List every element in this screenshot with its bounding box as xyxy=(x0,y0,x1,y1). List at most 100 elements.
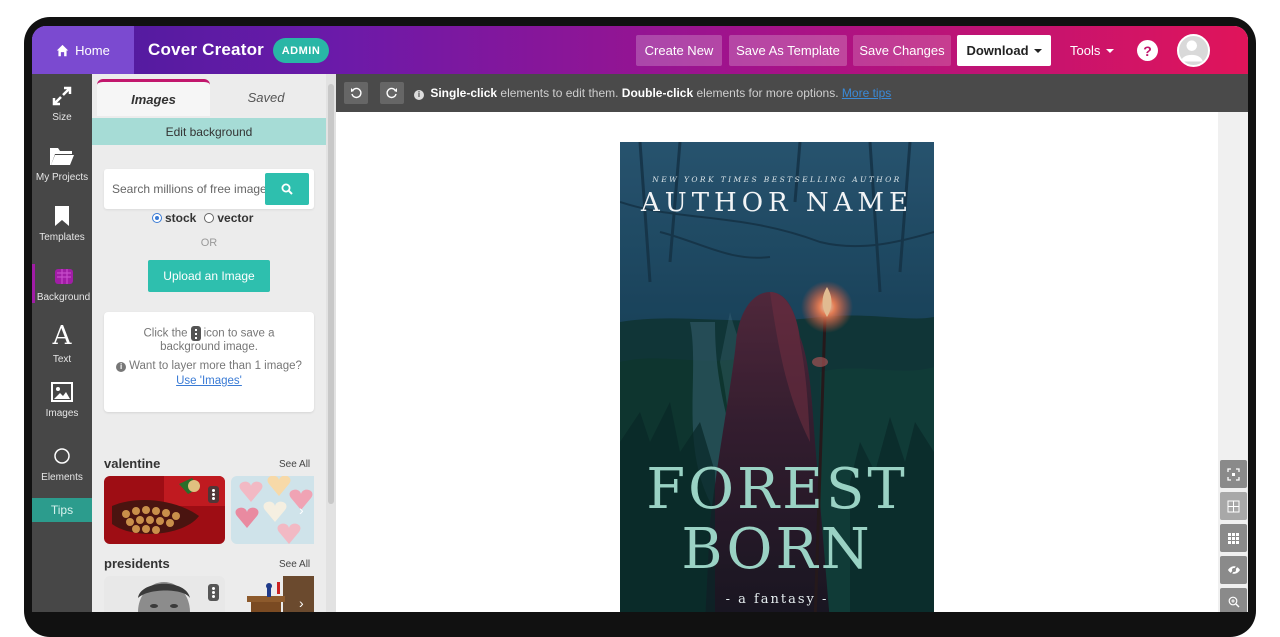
cover-subtitle[interactable]: - a fantasy - xyxy=(620,592,934,607)
upload-image-button[interactable]: Upload an Image xyxy=(148,260,270,292)
rail-item-size[interactable]: Size xyxy=(32,84,92,123)
eye-slash-icon xyxy=(1227,564,1240,576)
save-as-template-button[interactable]: Save As Template xyxy=(729,35,847,66)
thumbnail-president-portrait[interactable] xyxy=(104,576,225,612)
radio-label: stock xyxy=(165,211,197,225)
chevron-right-icon[interactable]: › xyxy=(299,503,309,517)
rail-item-elements[interactable]: Elements xyxy=(32,444,92,483)
more-tips-link[interactable]: More tips xyxy=(842,86,891,100)
grid-guides-button[interactable] xyxy=(1220,492,1247,520)
thumbnail-cookies[interactable]: › xyxy=(231,476,314,544)
cover-author[interactable]: AUTHOR NAME xyxy=(620,188,934,218)
download-button[interactable]: Download xyxy=(957,35,1051,66)
avatar[interactable] xyxy=(1177,34,1210,67)
portrait-image xyxy=(104,576,225,612)
cover-title-line2[interactable]: BORN xyxy=(620,520,934,580)
chocolate-box-image xyxy=(104,476,225,544)
tab-images[interactable]: Images xyxy=(97,79,210,116)
redo-icon xyxy=(386,87,397,99)
scrollbar-thumb[interactable] xyxy=(328,84,334,504)
hint-text: elements to edit them. xyxy=(500,86,619,100)
rail-label: My Projects xyxy=(35,172,89,183)
rail-label: Background xyxy=(36,292,91,303)
see-all-valentine-link[interactable]: See All xyxy=(279,459,310,470)
hint-text: elements for more options. xyxy=(696,86,839,100)
info-icon: i xyxy=(116,362,127,372)
expand-icon xyxy=(52,86,72,106)
redo-button[interactable] xyxy=(380,82,404,104)
rail-item-images[interactable]: Images xyxy=(32,380,92,419)
zoom-button[interactable] xyxy=(1220,588,1247,612)
image-icon xyxy=(51,382,73,402)
rail-label: Size xyxy=(52,112,72,123)
info-text: Want to layer more than 1 image? xyxy=(129,360,302,372)
cover-title-line1[interactable]: FOREST xyxy=(620,460,934,520)
tools-menu[interactable]: Tools xyxy=(1070,35,1115,66)
rail-item-text[interactable]: A Text xyxy=(32,322,92,365)
home-button[interactable]: Home xyxy=(32,26,134,74)
circle-icon xyxy=(54,448,70,464)
more-vertical-icon[interactable] xyxy=(208,486,219,503)
background-icon xyxy=(54,269,73,284)
left-rail: Size My Projects Templates Background A … xyxy=(32,74,92,612)
rail-label: Images xyxy=(45,408,79,419)
book-cover[interactable]: NEW YORK TIMES BESTSELLING AUTHOR AUTHOR… xyxy=(620,142,934,612)
thumbnail-chocolates[interactable] xyxy=(104,476,225,544)
hint-bold: Double-click xyxy=(621,86,694,100)
user-icon xyxy=(1180,40,1203,62)
radio-vector[interactable]: vector xyxy=(204,211,253,225)
radio-label: vector xyxy=(217,211,254,225)
use-images-link[interactable]: Use 'Images' xyxy=(176,375,242,388)
admin-badge: ADMIN xyxy=(273,38,329,63)
hint-bold: Single-click xyxy=(430,86,498,100)
rail-label: Text xyxy=(52,354,72,365)
create-new-button[interactable]: Create New xyxy=(636,35,722,66)
fit-screen-icon xyxy=(1227,467,1240,481)
more-vertical-icon xyxy=(190,326,201,341)
edit-background-button[interactable]: Edit background xyxy=(92,118,326,145)
tools-label: Tools xyxy=(1070,43,1101,58)
category-title-valentine: valentine xyxy=(104,456,161,471)
panel-scrollbar[interactable] xyxy=(326,74,336,612)
search-button[interactable] xyxy=(265,173,309,205)
search-box xyxy=(104,169,314,209)
download-label: Download xyxy=(966,43,1029,58)
grid-icon xyxy=(1228,532,1239,544)
save-hint-box: Click the icon to save a background image… xyxy=(104,312,314,412)
hide-button[interactable] xyxy=(1220,556,1247,584)
cover-tagline[interactable]: NEW YORK TIMES BESTSELLING AUTHOR xyxy=(620,175,934,184)
rail-item-background[interactable]: Background xyxy=(32,264,92,303)
info-icon: i xyxy=(414,90,424,100)
rail-item-templates[interactable]: Templates xyxy=(32,204,92,243)
image-type-radios: stock vector xyxy=(152,211,253,225)
search-icon xyxy=(281,183,293,195)
info-text: Click the xyxy=(143,327,188,340)
chevron-right-icon[interactable]: › xyxy=(299,596,309,610)
tab-saved[interactable]: Saved xyxy=(216,79,316,116)
chevron-down-icon xyxy=(1106,48,1115,53)
see-all-presidents-link[interactable]: See All xyxy=(279,559,310,570)
rail-label: Templates xyxy=(39,232,85,243)
fit-screen-button[interactable] xyxy=(1220,460,1247,488)
side-panel: Images Saved Edit background stock vecto… xyxy=(92,74,326,612)
rail-label: Elements xyxy=(41,472,83,483)
editing-hint: i Single-click elements to edit them. Do… xyxy=(414,86,891,100)
guides-icon xyxy=(1227,500,1240,512)
thumbnail-podium[interactable]: › xyxy=(231,576,314,612)
undo-icon xyxy=(351,87,362,99)
grid-button[interactable] xyxy=(1220,524,1247,552)
help-icon[interactable]: ? xyxy=(1137,40,1158,61)
search-input[interactable] xyxy=(112,177,268,201)
tips-button[interactable]: Tips xyxy=(32,498,92,522)
text-icon: A xyxy=(52,321,72,351)
app-title: Cover Creator xyxy=(148,40,264,59)
zoom-in-icon xyxy=(1228,596,1239,608)
save-changes-button[interactable]: Save Changes xyxy=(853,35,951,66)
folder-icon xyxy=(50,148,74,165)
bookmark-icon xyxy=(55,206,69,226)
radio-stock[interactable]: stock xyxy=(152,211,196,225)
more-vertical-icon[interactable] xyxy=(208,584,219,601)
rail-item-my-projects[interactable]: My Projects xyxy=(32,144,92,183)
undo-button[interactable] xyxy=(344,82,368,104)
home-label: Home xyxy=(75,42,110,58)
